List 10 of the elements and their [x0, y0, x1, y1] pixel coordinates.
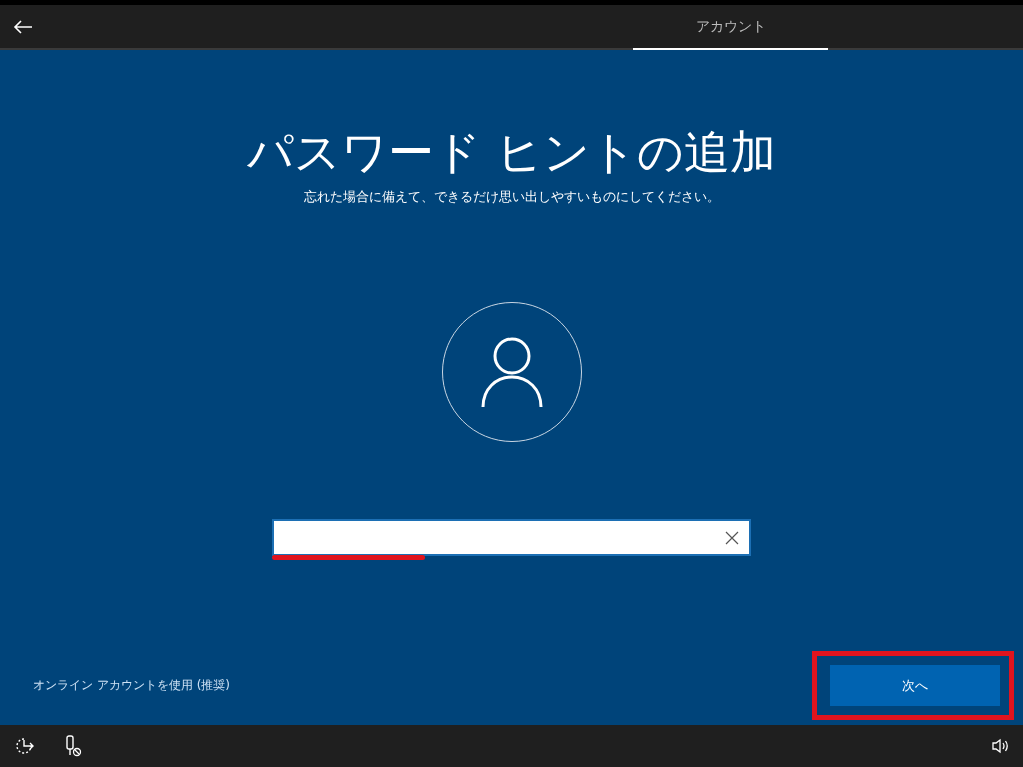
- clear-icon[interactable]: [725, 530, 739, 545]
- microphone-off-icon[interactable]: [64, 735, 82, 757]
- back-arrow-icon: [12, 18, 33, 35]
- person-icon: [479, 336, 544, 408]
- page-subtitle: 忘れた場合に備えて、できるだけ思い出しやすいものにしてください。: [303, 188, 720, 206]
- volume-icon[interactable]: [991, 738, 1009, 754]
- page-title: パスワード ヒントの追加: [247, 124, 776, 181]
- accessibility-icon[interactable]: [14, 736, 36, 756]
- next-button[interactable]: 次へ: [830, 665, 1000, 706]
- online-account-link[interactable]: オンライン アカウントを使用 (推奨): [33, 677, 230, 694]
